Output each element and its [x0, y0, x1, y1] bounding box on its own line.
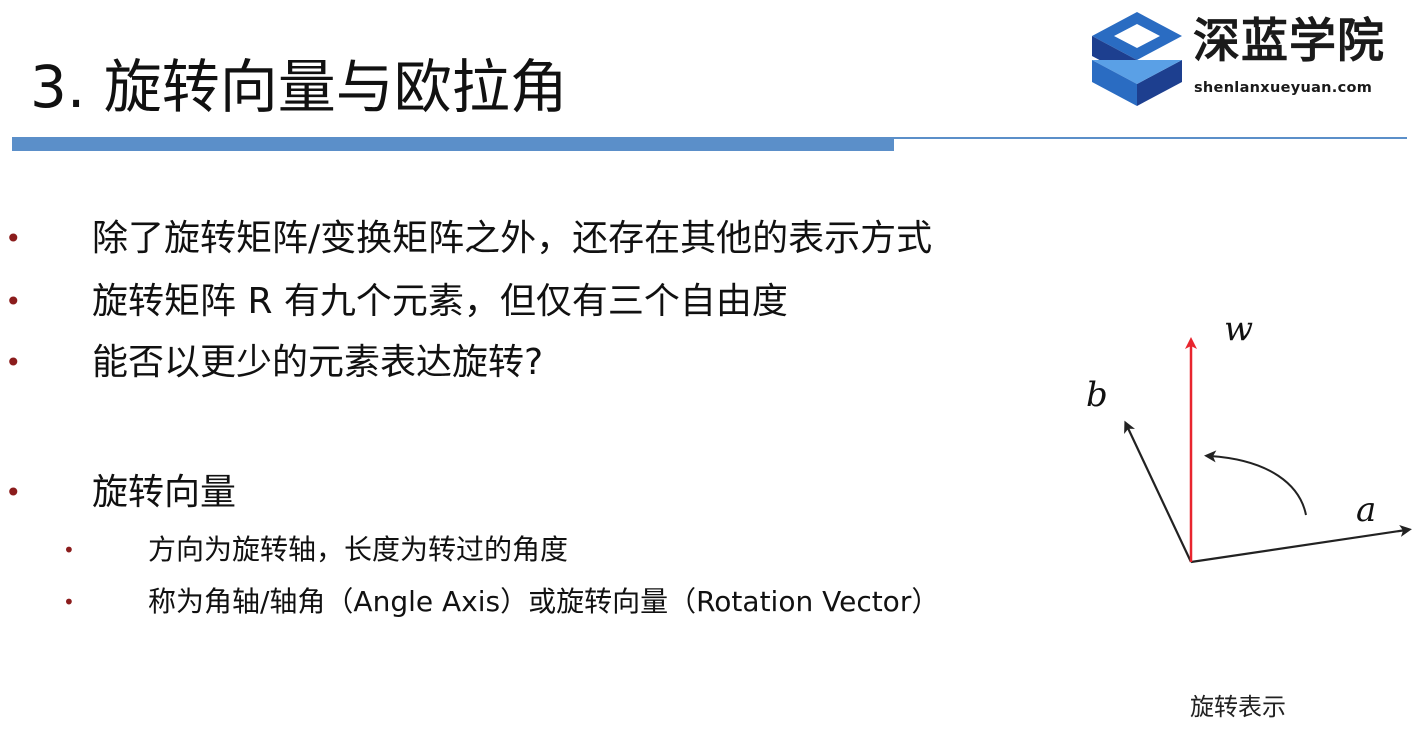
bullet-text: 旋转矩阵 R 有九个元素，但仅有三个自由度 — [92, 281, 788, 322]
axis-w-label: w — [1224, 309, 1254, 349]
logo-mark-icon — [1092, 12, 1182, 106]
logo: 深蓝学院 shenlanxueyuan.com — [1090, 10, 1410, 110]
axis-b-line — [1124, 420, 1192, 563]
bullet-text: 旋转向量 — [92, 472, 237, 513]
axis-a-label: a — [1356, 490, 1377, 530]
sub-bullet-marker: • — [63, 538, 75, 562]
axis-b-label: b — [1086, 375, 1108, 415]
page-title: 3. 旋转向量与欧拉角 — [30, 53, 568, 121]
bullet-text: 除了旋转矩阵/变换矩阵之外，还存在其他的表示方式 — [92, 218, 933, 259]
diagram-caption: 旋转表示 — [1190, 693, 1286, 721]
bullet-marker: • — [5, 346, 22, 379]
rotation-arc — [1204, 450, 1307, 516]
bullet-marker: • — [5, 476, 22, 509]
title-divider — [0, 137, 1417, 155]
axis-a-line — [1190, 524, 1412, 564]
sub-bullet-marker: • — [63, 590, 75, 614]
bullet-marker: • — [5, 285, 22, 318]
title-divider-thick — [12, 139, 894, 151]
rotation-diagram: w b a — [1060, 300, 1417, 590]
bullet-marker: • — [5, 222, 22, 255]
sub-bullet-text: 称为角轴/轴角（Angle Axis）或旋转向量（Rotation Vector… — [148, 585, 940, 618]
bullet-text: 能否以更少的元素表达旋转? — [92, 342, 544, 383]
sub-bullet-text: 方向为旋转轴，长度为转过的角度 — [148, 533, 569, 566]
logo-url: shenlanxueyuan.com — [1194, 80, 1373, 96]
logo-name: 深蓝学院 — [1193, 14, 1385, 69]
